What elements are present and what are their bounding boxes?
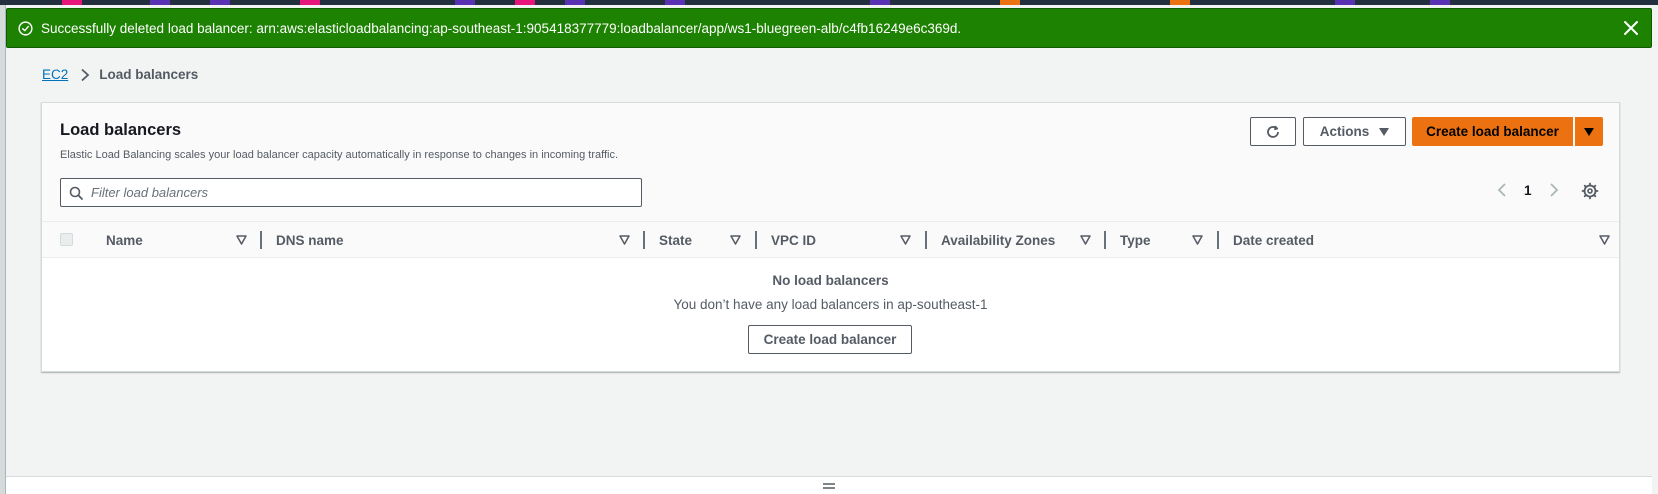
chevron-left-icon[interactable] [1494,181,1510,199]
gear-icon[interactable] [1581,182,1599,200]
success-flashbar: Successfully deleted load balancer: arn:… [6,8,1652,48]
sidebar-edge [0,5,6,494]
column-divider[interactable] [260,231,262,249]
column-header-vpc-id[interactable]: VPC ID [771,222,816,258]
sort-icon[interactable] [900,235,911,245]
pagination: 1 [1494,181,1562,199]
page-title: Load balancers [60,121,182,139]
select-all-checkbox[interactable] [60,233,73,246]
panel-description: Elastic Load Balancing scales your load … [60,149,619,161]
refresh-icon [1267,125,1279,138]
column-divider[interactable] [643,231,645,249]
load-balancers-panel: Load balancers Elastic Load Balancing sc… [41,102,1620,372]
caret-down-icon [1379,127,1390,136]
refresh-button[interactable] [1250,117,1296,146]
empty-state-title: No load balancers [772,273,889,288]
column-divider[interactable] [755,231,757,249]
column-header-dns-name[interactable]: DNS name [276,222,344,258]
panel-header: Load balancers Elastic Load Balancing sc… [42,103,1619,222]
sort-icon[interactable] [1080,235,1091,245]
column-header-name[interactable]: Name [106,222,143,258]
flash-message: Successfully deleted load balancer: arn:… [41,20,962,36]
column-header-type[interactable]: Type [1120,222,1151,258]
empty-state-description: You don’t have any load balancers in ap-… [673,297,988,312]
search-icon [69,186,83,200]
breadcrumb-current: Load balancers [99,67,199,82]
column-divider[interactable] [1104,231,1106,249]
column-header-date-created[interactable]: Date created [1233,222,1314,258]
browser-tab-strip [0,0,1658,5]
column-header-availability-zones[interactable]: Availability Zones [941,222,1055,258]
search-box[interactable] [60,178,642,207]
empty-create-label: Create load balancer [763,332,897,347]
close-icon[interactable] [1621,18,1641,38]
create-load-balancer-button[interactable]: Create load balancer [1412,117,1573,146]
create-load-balancer-dropdown[interactable] [1575,117,1603,146]
actions-button[interactable]: Actions [1303,117,1406,146]
actions-label: Actions [1319,124,1370,139]
column-divider[interactable] [925,231,927,249]
check-circle-icon [18,20,33,36]
breadcrumb: EC2 Load balancers [42,67,198,82]
caret-down-icon [1584,127,1594,136]
column-divider[interactable] [1217,231,1219,249]
drag-handle-icon[interactable] [823,482,835,490]
empty-create-load-balancer-button[interactable]: Create load balancer [748,325,912,354]
sort-icon[interactable] [730,235,741,245]
page-number[interactable]: 1 [1524,183,1532,198]
chevron-right-icon [81,68,90,81]
breadcrumb-ec2-link[interactable]: EC2 [42,67,68,82]
search-input[interactable] [91,185,631,200]
column-header-state[interactable]: State [659,222,692,258]
sort-icon[interactable] [236,235,247,245]
sort-icon[interactable] [619,235,630,245]
sort-icon[interactable] [1192,235,1203,245]
table-header: Name DNS name State VPC ID Availability … [42,222,1619,258]
chevron-right-icon[interactable] [1546,181,1562,199]
sort-icon[interactable] [1599,235,1610,245]
create-load-balancer-label: Create load balancer [1426,124,1559,139]
